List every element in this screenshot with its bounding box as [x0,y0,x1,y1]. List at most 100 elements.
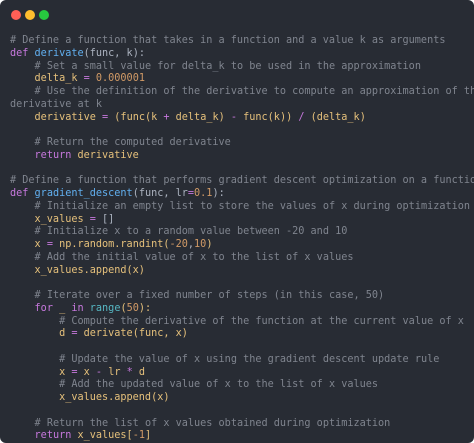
code-line: def derivate(func, k): [10,48,468,61]
code-line: for _ in range(50): [10,303,468,316]
code-line: derivative at k [10,99,468,112]
code-token: gradient_descent [34,188,133,199]
code-token: - [95,366,109,378]
code-token: # Return the list of x values obtained d… [34,417,391,429]
code-line: d = derivate(func, x) [10,328,468,341]
code-token: func(k)) [243,111,299,123]
code-token: lr [108,366,127,378]
code-token: 0.000001 [95,73,145,85]
code-token: = [89,213,103,225]
code-editor[interactable]: # Define a function that takes in a func… [10,35,474,443]
code-token: x_values [10,213,90,225]
code-token: (delta_k) [310,111,366,123]
code-token: (func, k): [83,47,145,59]
code-line: # Compute the derivative of the function… [10,316,468,329]
code-line: x_values.append(x) [10,265,468,278]
code-token: + [163,111,176,123]
code-token: -1 [132,430,145,442]
code-token: ): [212,188,225,199]
code-token: np.random.randint( [59,239,170,250]
code-token: # Update the value of x using the gradie… [59,353,440,365]
code-token: / [298,111,311,123]
code-token: -20 [169,239,188,250]
code-line: x_values.append(x) [10,392,468,405]
code-token: 0.1 [194,188,213,199]
code-token: = [71,366,84,378]
code-line: # Return the list of x values obtained d… [10,418,468,431]
code-token: derivative [77,149,139,161]
code-line: # Add the initial value of x to the list… [10,252,468,265]
code-token: (func, lr [132,188,188,199]
code-line: return x_values[-1] [10,430,468,443]
code-window: # Define a function that takes in a func… [0,0,474,443]
code-token: # Initialize x to a random value between… [34,226,348,238]
code-token: d [10,328,72,340]
code-token: x [83,366,96,378]
code-token: = [46,239,60,250]
code-token: derivate [34,47,84,59]
minimize-window-button[interactable] [25,10,35,20]
code-token: return [34,149,78,161]
maximize-window-button[interactable] [39,10,49,20]
code-token: x_values.append(x) [10,392,170,403]
code-token: derivative at k [10,98,103,110]
code-token: x [10,366,72,378]
code-line: x = np.random.randint(-20,10) [10,239,468,252]
code-token: return [34,430,78,442]
code-line: # Update the value of x using the gradie… [10,354,468,367]
code-line: # Return the computed derivative [10,137,468,150]
code-token: delta_k) [175,111,231,123]
code-token: # Add the initial value of x to the list… [34,251,354,263]
code-line: # Initialize an empty list to store the … [10,201,470,214]
code-token: d [138,366,146,378]
close-window-button[interactable] [11,10,21,20]
code-token: # Define a function that takes in a func… [10,35,446,46]
code-line: return derivative [10,150,468,163]
code-token: for [34,302,60,314]
code-token: _ [59,302,72,314]
code-line: # Set a small value for delta_k to be us… [10,61,468,74]
code-token: 50 [126,302,139,314]
code-line: x = x - lr * d [10,367,468,380]
code-token: derivate(func, x) [83,328,188,340]
code-token: # Set a small value for delta_k to be us… [34,60,421,72]
code-token: ] [144,430,152,442]
code-token: x_values.append(x) [10,264,145,276]
code-line: # Initialize x to a random value between… [10,226,468,239]
code-token: derivative [10,111,103,123]
code-line: # Use the definition of the derivative t… [10,86,474,99]
window-titlebar [0,0,474,30]
code-token: # Compute the derivative of the function… [59,315,464,327]
code-token: x [10,239,47,250]
code-line: # Define a function that performs gradie… [10,175,474,188]
code-token: (func(k [114,111,164,123]
code-token: # Use the definition of the derivative t… [34,86,474,97]
code-token: in [71,302,90,314]
code-token: range [89,302,121,314]
code-line: delta_k = 0.000001 [10,73,468,86]
code-token: ) [206,239,213,250]
code-token: ): [138,302,152,314]
code-token: delta_k [10,73,84,85]
code-token: x_values[ [77,430,133,442]
code-token: * [126,366,139,378]
code-token: = [102,111,115,123]
